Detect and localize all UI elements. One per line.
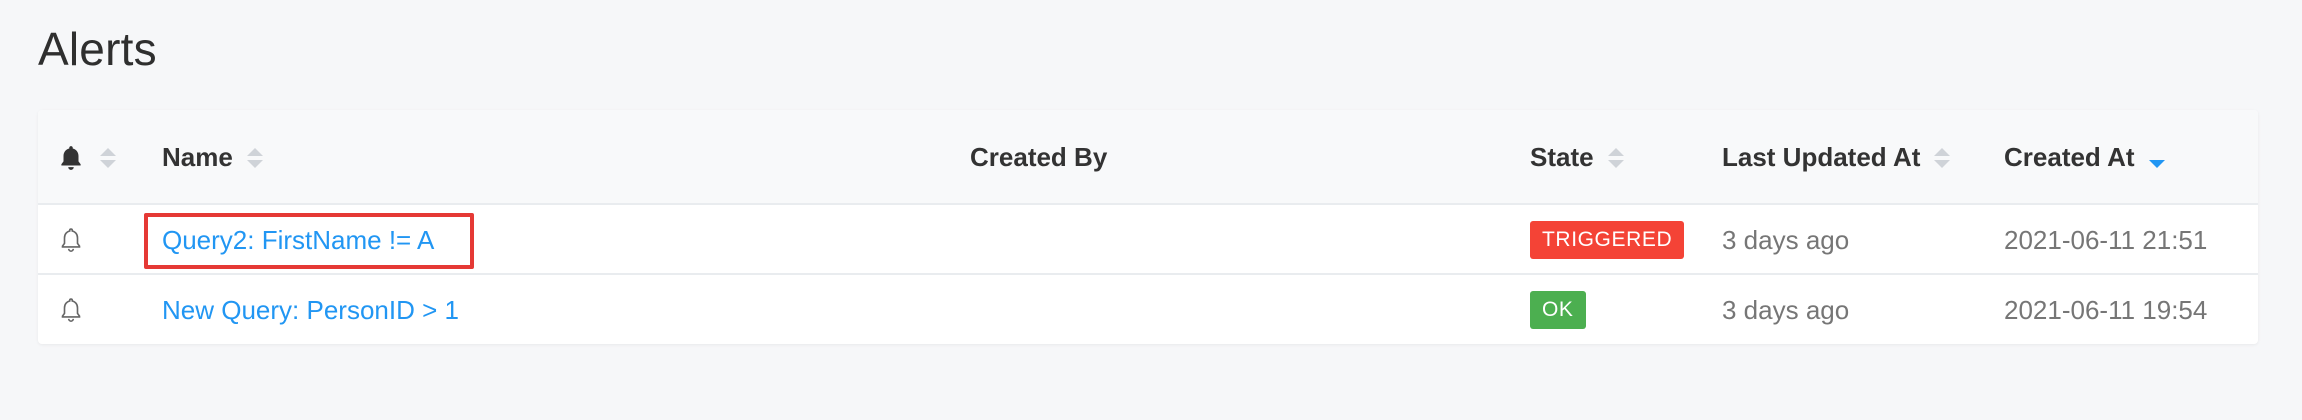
alert-name-link[interactable]: Query2: FirstName != A [162,225,434,256]
table-header: Name Created By State Last Updated At Cr… [38,110,2258,205]
column-header-label: State [1530,142,1594,172]
column-header-last-updated[interactable]: Last Updated At [1722,110,1951,205]
last-updated-cell: 3 days ago [1722,224,1850,255]
alert-name-cell: New Query: PersonID > 1 [162,275,459,345]
table-row: New Query: PersonID > 1 OK 3 days ago 20… [38,275,2258,345]
column-header-muted[interactable] [56,110,116,205]
state-cell: OK [1530,275,1586,345]
last-updated-cell: 3 days ago [1722,294,1850,325]
mute-cell[interactable] [56,275,86,345]
column-header-label: Created By [970,142,1108,172]
sort-toggle[interactable] [100,144,116,172]
column-header-label: Name [162,142,233,172]
sort-toggle[interactable] [1607,144,1624,172]
state-cell: TRIGGERED [1530,205,1685,275]
alert-name-link[interactable]: New Query: PersonID > 1 [162,295,459,326]
column-header-label: Created At [2004,142,2135,172]
table-row: Query2: FirstName != A TRIGGERED 3 days … [38,205,2258,275]
sort-toggle-active[interactable] [2148,144,2165,172]
bell-solid-icon [61,145,81,170]
sort-toggle[interactable] [1934,144,1951,172]
column-header-name[interactable]: Name [162,110,263,205]
sort-toggle[interactable] [246,144,263,172]
column-header-label: Last Updated At [1722,142,1921,172]
page-title: Alerts [38,23,157,75]
bell-outline-icon[interactable] [56,225,86,255]
created-at-cell: 2021-06-11 21:51 [2004,224,2208,255]
column-header-created-by: Created By [970,110,1107,205]
created-at-cell: 2021-06-11 19:54 [2004,294,2208,325]
alerts-table: Name Created By State Last Updated At Cr… [38,110,2258,344]
column-header-state[interactable]: State [1530,110,1624,205]
status-badge: TRIGGERED [1530,221,1685,259]
column-header-created-at[interactable]: Created At [2004,110,2165,205]
bell-outline-icon[interactable] [56,295,86,325]
status-badge: OK [1530,291,1586,329]
alert-name-cell: Query2: FirstName != A [162,205,434,275]
mute-cell[interactable] [56,205,86,275]
